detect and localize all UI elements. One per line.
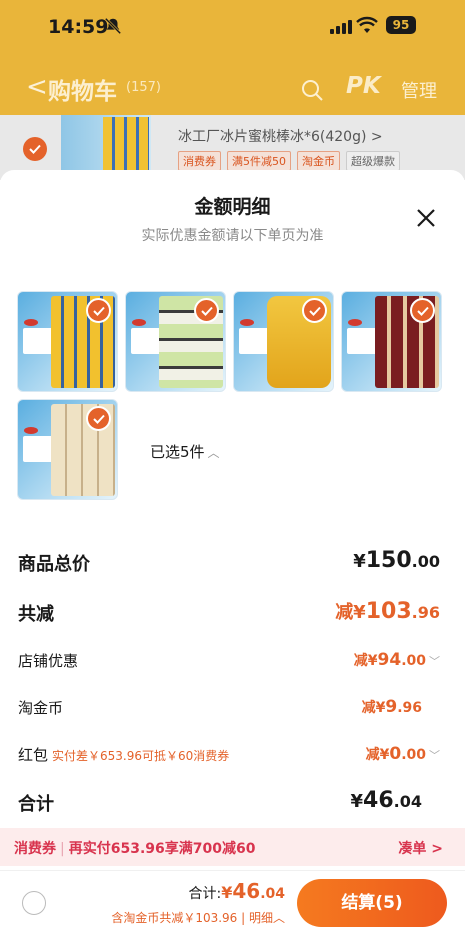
- chevron-up-icon: ︿: [272, 911, 285, 925]
- row-subtotal: 合计 ¥46.04: [18, 788, 448, 820]
- cart-item-checkbox[interactable]: [23, 137, 47, 161]
- selected-check-icon[interactable]: [86, 298, 111, 323]
- brand-logo-icon: [24, 427, 38, 434]
- selected-count-label: 已选5件: [150, 443, 205, 461]
- row-total-price: 商品总价 ¥150.00: [18, 548, 448, 580]
- tag-bundle-discount: 满5件减50: [227, 151, 291, 171]
- cart-title: 购物车: [48, 79, 117, 105]
- red-packet-value[interactable]: 减¥0.00 ﹀: [366, 744, 440, 764]
- tag-hot-item: 超级爆款: [346, 151, 400, 171]
- wifi-icon: [356, 16, 378, 33]
- row-total-discount: 共减 减¥103.96: [18, 599, 448, 630]
- sheet-subtitle: 实际优惠金额请以下单页为准: [141, 228, 324, 244]
- red-packet-label: 红包 实付差￥653.96可抵￥60消费券: [18, 746, 230, 764]
- tag-coupon: 消费券: [178, 151, 221, 171]
- brand-logo-icon: [24, 319, 38, 326]
- checkout-button[interactable]: 结算(5): [297, 879, 447, 927]
- chevron-down-icon: ﹀: [429, 655, 440, 668]
- red-packet-note: 实付差￥653.96可抵￥60消费券: [52, 749, 230, 763]
- cart-item-tags: 消费券 满5件减50 淘金币 超级爆款: [178, 151, 400, 171]
- pk-button[interactable]: PK: [346, 73, 381, 99]
- subtotal-value: ¥46.04: [350, 788, 423, 813]
- status-time: 14:59: [48, 16, 109, 38]
- taojinbi-value: 减¥9.96: [361, 697, 422, 717]
- close-icon[interactable]: [414, 206, 438, 230]
- discount-detail-toggle[interactable]: 含淘金币共减￥103.96 | 明细︿: [111, 909, 285, 926]
- amount-detail-sheet: 金额明细 实际优惠金额请以下单页为准 已选5件 ︿ 商品总价 ¥150.00 共…: [0, 170, 465, 934]
- cellular-signal-icon: [330, 18, 352, 34]
- sheet-title: 金额明细: [194, 196, 271, 218]
- product-thumbnail[interactable]: [233, 291, 334, 392]
- promo-text: 消费券 | 再实付653.96享满700减60: [14, 841, 256, 857]
- select-all-radio[interactable]: [22, 891, 46, 915]
- row-taojinbi: 淘金币 减¥9.96: [18, 697, 448, 723]
- selected-check-icon[interactable]: [86, 406, 111, 431]
- cart-nav-bar: < 购物车 (157) PK 管理: [0, 62, 465, 112]
- total-price-label: 商品总价: [18, 554, 90, 575]
- taojinbi-label: 淘金币: [18, 699, 64, 717]
- brand-logo-icon: [132, 319, 146, 326]
- shop-discount-label: 店铺优惠: [18, 652, 79, 670]
- cart-count: (157): [126, 80, 161, 95]
- cart-item-title[interactable]: 冰工厂冰片蜜桃棒冰*6(420g) >: [178, 126, 383, 146]
- total-price-value: ¥150.00: [353, 548, 440, 573]
- total-discount-value: 减¥103.96: [335, 599, 440, 624]
- add-items-link[interactable]: 凑单 >: [398, 838, 443, 858]
- selected-check-icon[interactable]: [410, 298, 435, 323]
- battery-indicator: 95: [386, 16, 416, 34]
- selected-check-icon[interactable]: [194, 298, 219, 323]
- row-shop-discount[interactable]: 店铺优惠 减¥94.00 ﹀: [18, 650, 448, 676]
- coupon-promo-bar[interactable]: 消费券 | 再实付653.96享满700减60 凑单 >: [0, 828, 465, 866]
- brand-logo-icon: [348, 319, 362, 326]
- footer-total: 合计:¥46.04: [188, 879, 285, 903]
- back-arrow-icon[interactable]: <: [26, 72, 48, 102]
- total-discount-label: 共减: [18, 604, 54, 625]
- brand-logo-icon: [240, 319, 254, 326]
- product-thumbnail[interactable]: [125, 291, 226, 392]
- manage-button[interactable]: 管理: [401, 77, 437, 103]
- status-bar: 14:59 95: [0, 0, 465, 50]
- chevron-down-icon: ﹀: [429, 749, 440, 762]
- cart-item-image[interactable]: [61, 115, 151, 177]
- row-red-packet[interactable]: 红包 实付差￥653.96可抵￥60消费券 减¥0.00 ﹀: [18, 744, 448, 770]
- check-icon: [29, 144, 41, 154]
- search-icon[interactable]: [300, 78, 324, 102]
- selected-count-toggle[interactable]: 已选5件 ︿: [150, 441, 220, 462]
- selected-check-icon[interactable]: [302, 298, 327, 323]
- mute-bell-icon: [104, 17, 122, 35]
- shop-discount-value[interactable]: 减¥94.00 ﹀: [354, 650, 440, 670]
- checkout-footer: 合计:¥46.04 含淘金币共减￥103.96 | 明细︿ 结算(5): [0, 870, 465, 934]
- subtotal-label: 合计: [18, 794, 54, 815]
- tag-taojinbi: 淘金币: [297, 151, 340, 171]
- product-thumbnail[interactable]: [17, 399, 118, 500]
- chevron-up-icon: ︿: [207, 446, 220, 460]
- product-thumbnail[interactable]: [17, 291, 118, 392]
- product-thumbnail[interactable]: [341, 291, 442, 392]
